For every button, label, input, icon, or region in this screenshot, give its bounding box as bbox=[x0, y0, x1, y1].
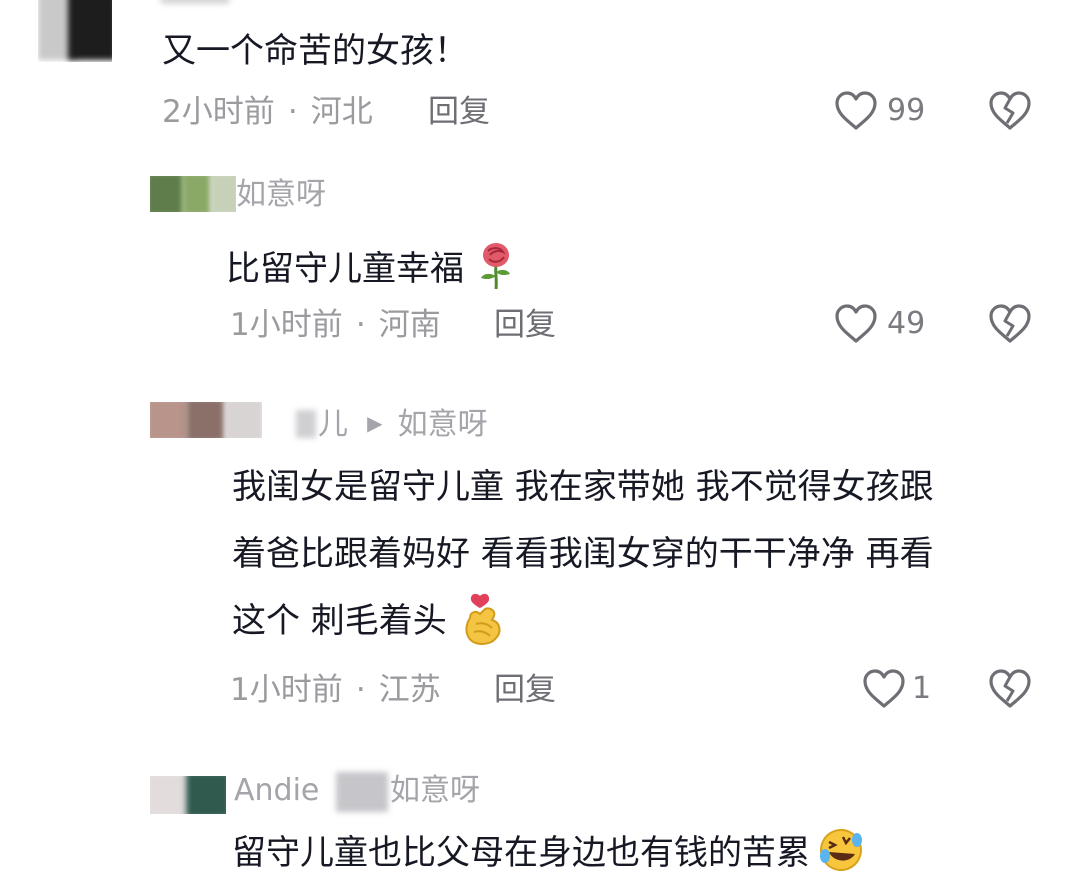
laughing-crying-emoji-icon bbox=[820, 829, 863, 871]
comment-location: 河南 bbox=[378, 307, 441, 343]
username[interactable]: Andie bbox=[234, 776, 319, 806]
comment-time: 2小时前 bbox=[162, 94, 275, 130]
broken-heart-icon bbox=[989, 669, 1031, 708]
username-obscured bbox=[160, 0, 230, 4]
finger-heart-emoji-icon bbox=[465, 593, 501, 645]
dislike-button[interactable] bbox=[988, 668, 1032, 712]
like-button[interactable]: 1 bbox=[862, 668, 942, 712]
meta-separator: · bbox=[287, 94, 298, 130]
comment-time: 1小时前 bbox=[230, 307, 343, 343]
comment-location: 河北 bbox=[310, 94, 373, 130]
comment-body: 留守儿童也比父母在身边也有钱的苦累 bbox=[232, 826, 865, 871]
comment-location: 江苏 bbox=[378, 672, 441, 708]
rose-emoji-icon bbox=[481, 243, 511, 290]
meta-separator: · bbox=[355, 672, 366, 708]
reply-button[interactable]: 回复 bbox=[494, 310, 556, 341]
meta-separator: · bbox=[355, 307, 366, 343]
comment-meta: 1小时前 · 河南 bbox=[230, 310, 441, 341]
reply-button[interactable]: 回复 bbox=[428, 97, 490, 128]
comment-line: 着爸比跟着妈好 看看我闺女穿的干干净净 再看 bbox=[232, 534, 934, 574]
comment-body: 比留守儿童幸福 bbox=[226, 242, 517, 290]
comment-meta: 1小时前 · 江苏 bbox=[230, 675, 441, 706]
comment-text: 比留守儿童幸福 bbox=[226, 249, 464, 289]
reply-to-username[interactable]: 如意呀 bbox=[398, 407, 488, 442]
comment-meta: 2小时前 · 河北 bbox=[162, 97, 373, 128]
comment-line: 这个 刺毛着头 bbox=[232, 601, 447, 641]
comment-text: 留守儿童也比父母在身边也有钱的苦累 bbox=[232, 833, 810, 873]
avatar[interactable] bbox=[150, 776, 226, 814]
like-button[interactable]: 49 bbox=[834, 303, 934, 347]
heart-icon bbox=[863, 669, 905, 708]
comment-line: 我闺女是留守儿童 我在家带她 我不觉得女孩跟 bbox=[232, 467, 934, 507]
comment-line-last: 这个 刺毛着头 bbox=[232, 588, 1052, 655]
heart-icon bbox=[835, 91, 877, 130]
username-obscured bbox=[296, 410, 316, 438]
avatar[interactable] bbox=[38, 0, 112, 62]
like-count: 1 bbox=[912, 671, 932, 706]
like-count: 99 bbox=[887, 93, 926, 128]
heart-icon bbox=[835, 304, 877, 343]
username[interactable]: 儿 bbox=[318, 407, 348, 442]
comment-text: 又一个命苦的女孩！ bbox=[162, 31, 468, 71]
broken-heart-icon bbox=[989, 91, 1031, 130]
reply-header: 儿 ▶ 如意呀 bbox=[318, 410, 488, 440]
reply-to-username[interactable]: 如意呀 bbox=[390, 776, 480, 806]
avatar[interactable] bbox=[150, 176, 236, 212]
like-button[interactable]: 99 bbox=[834, 90, 934, 134]
dislike-button[interactable] bbox=[988, 303, 1032, 347]
dislike-button[interactable] bbox=[988, 90, 1032, 134]
reply-arrow-icon: ▶ bbox=[367, 411, 383, 435]
like-count: 49 bbox=[887, 306, 926, 341]
comment-text: 我闺女是留守儿童 我在家带她 我不觉得女孩跟 着爸比跟着妈好 看看我闺女穿的干干… bbox=[232, 454, 1052, 655]
broken-heart-icon bbox=[989, 304, 1031, 343]
username[interactable]: 如意呀 bbox=[236, 180, 326, 210]
avatar[interactable] bbox=[150, 402, 262, 438]
comment-time: 1小时前 bbox=[230, 672, 343, 708]
username-obscured bbox=[336, 772, 388, 812]
reply-button[interactable]: 回复 bbox=[494, 675, 556, 706]
